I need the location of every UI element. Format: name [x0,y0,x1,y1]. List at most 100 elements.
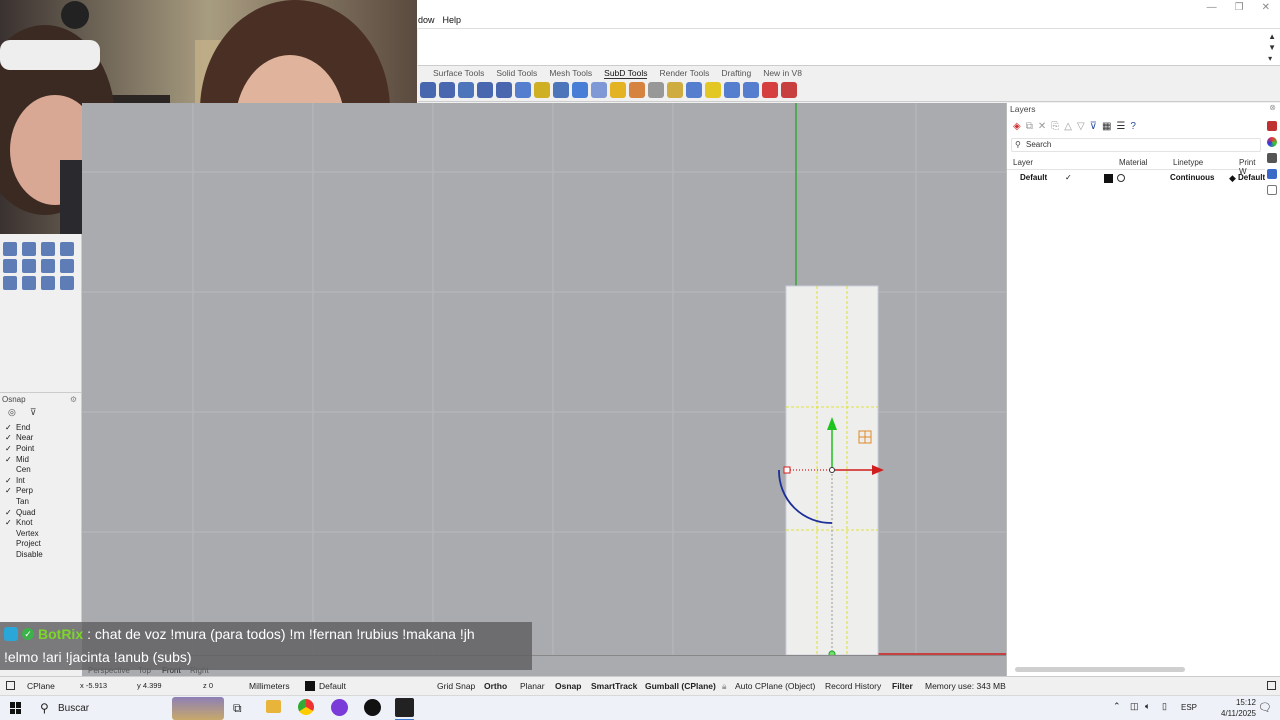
toolbar-tool-icon[interactable] [648,82,664,98]
osnap-item-disable[interactable]: Disable [5,549,43,560]
left-tool-icon[interactable] [3,259,17,273]
panel-toggle-icon[interactable] [6,681,15,690]
checkbox[interactable]: ✓ [5,486,13,495]
close-button[interactable]: ✕ [1262,2,1270,13]
menu-item-window[interactable]: dow [418,15,435,25]
display-icon[interactable] [1267,153,1277,163]
toolbar-tool-icon[interactable] [439,82,455,98]
left-tool-icon[interactable] [3,276,17,290]
volume-icon[interactable]: 🔈︎ [1145,701,1150,712]
status-units[interactable]: Millimeters [249,681,290,691]
network-icon[interactable]: ◫ [1130,701,1139,712]
osnap-item-near[interactable]: ✓ Near [5,433,43,444]
planar-button[interactable]: Planar [520,681,545,691]
checkbox[interactable]: ✓ [5,423,13,432]
toolbar-tool-icon[interactable] [458,82,474,98]
osnap-item-tan[interactable]: Tan [5,496,43,507]
rhino-icon[interactable] [395,698,414,717]
checkbox[interactable]: ✓ [5,455,13,464]
chrome-icon[interactable] [298,699,314,715]
app-icon-dark[interactable] [364,699,381,716]
toolbar-tool-icon[interactable] [724,82,740,98]
toolbar-tool-icon[interactable] [477,82,493,98]
checkbox[interactable]: ✓ [5,518,13,527]
layer-row-default[interactable]: Default ✓ Continuous ◆ Default [1007,171,1265,185]
toolbar-tool-icon[interactable] [572,82,588,98]
toolbar-tool-icon[interactable] [686,82,702,98]
tab-new-in-v8[interactable]: New in V8 [763,68,802,79]
panel-close-icon[interactable]: ⊗ [1269,103,1276,112]
tab-drafting[interactable]: Drafting [721,68,751,79]
copy-layer-icon[interactable]: ⎘ [1051,121,1059,132]
tab-solid-tools[interactable]: Solid Tools [496,68,537,79]
layer-print[interactable]: Default [1238,173,1265,182]
osnap-item-vertex[interactable]: Vertex [5,528,43,539]
current-layer-check[interactable]: ✓ [1065,173,1072,182]
toolbar-tool-icon[interactable] [591,82,607,98]
command-scroll-arrows[interactable]: ▲ ▼ ▾ [1268,31,1276,64]
left-tool-icon[interactable] [22,276,36,290]
osnap-button[interactable]: Osnap [555,681,581,691]
notifications-icon[interactable]: 🗨︎ [1258,701,1272,714]
filter-button[interactable]: Filter [892,681,913,691]
toolbar-tool-icon[interactable] [629,82,645,98]
gumball-button[interactable]: Gumball (CPlane) [645,681,716,691]
target-icon[interactable]: ◎ [8,407,16,418]
osnap-item-quad[interactable]: ✓ Quad [5,507,43,518]
minimize-button[interactable]: — [1207,2,1217,13]
battery-icon[interactable]: ▯ [1162,701,1167,712]
toolbar-tool-icon[interactable] [610,82,626,98]
auto-cplane-button[interactable]: Auto CPlane (Object) [735,681,815,691]
tab-mesh-tools[interactable]: Mesh Tools [549,68,592,79]
col-layer[interactable]: Layer [1013,158,1033,167]
toolbar-tool-icon[interactable] [515,82,531,98]
delete-layer-icon[interactable]: ✕ [1038,121,1046,132]
checkbox[interactable]: ✓ [5,508,13,517]
tab-render-tools[interactable]: Render Tools [659,68,709,79]
front-viewport[interactable] [82,103,1006,655]
language-indicator[interactable]: ESP [1181,703,1197,712]
toolbar-tool-icon[interactable] [496,82,512,98]
left-tool-icon[interactable] [22,259,36,273]
col-material[interactable]: Material [1119,158,1147,167]
properties-icon[interactable] [1267,121,1277,131]
filter-icon[interactable]: ⊽ [1090,121,1097,132]
toolbar-tool-icon[interactable] [781,82,797,98]
move-down-icon[interactable]: ▽ [1077,121,1085,132]
checkbox[interactable]: ✓ [5,476,13,485]
filter-icon[interactable]: ⊽ [30,407,37,418]
osnap-item-cen[interactable]: Cen [5,464,43,475]
layer-linetype[interactable]: Continuous [1170,173,1214,182]
layer-color-swatch[interactable] [1104,174,1113,183]
osnap-item-mid[interactable]: ✓ Mid [5,454,43,465]
windows-start-icon[interactable] [10,702,22,714]
smarttrack-button[interactable]: SmartTrack [591,681,637,691]
toolbar-tool-icon[interactable] [705,82,721,98]
status-cplane[interactable]: CPlane [27,681,55,691]
new-sublayer-icon[interactable]: ⧉ [1026,121,1033,132]
left-tool-icon[interactable] [41,259,55,273]
left-tool-icon[interactable] [60,276,74,290]
osnap-item-end[interactable]: ✓ End [5,422,43,433]
gear-icon[interactable]: ⚙ [70,395,77,404]
toolbar-tool-icon[interactable] [667,82,683,98]
left-tool-icon[interactable] [60,242,74,256]
list-icon[interactable]: ☰ [1116,121,1125,132]
command-area[interactable]: ▲ ▼ ▾ [418,28,1280,66]
color-icon[interactable] [1267,137,1277,147]
osnap-item-point[interactable]: ✓ Point [5,443,43,454]
col-linetype[interactable]: Linetype [1173,158,1203,167]
layers-search-input[interactable]: ⚲ Search [1011,138,1261,152]
osnap-item-knot[interactable]: ✓ Knot [5,517,43,528]
osnap-item-int[interactable]: ✓ Int [5,475,43,486]
left-tool-icon[interactable] [22,242,36,256]
tab-surface-tools[interactable]: Surface Tools [433,68,484,79]
left-tool-icon[interactable] [41,242,55,256]
toolbar-tool-icon[interactable] [762,82,778,98]
search-highlight-image[interactable] [172,697,224,720]
checkbox[interactable]: ✓ [5,444,13,453]
task-view-icon[interactable]: ⧉ [233,701,242,716]
panel-toggle-right-icon[interactable] [1267,681,1276,690]
file-explorer-icon[interactable] [266,700,281,713]
help-icon[interactable]: ? [1130,121,1136,132]
